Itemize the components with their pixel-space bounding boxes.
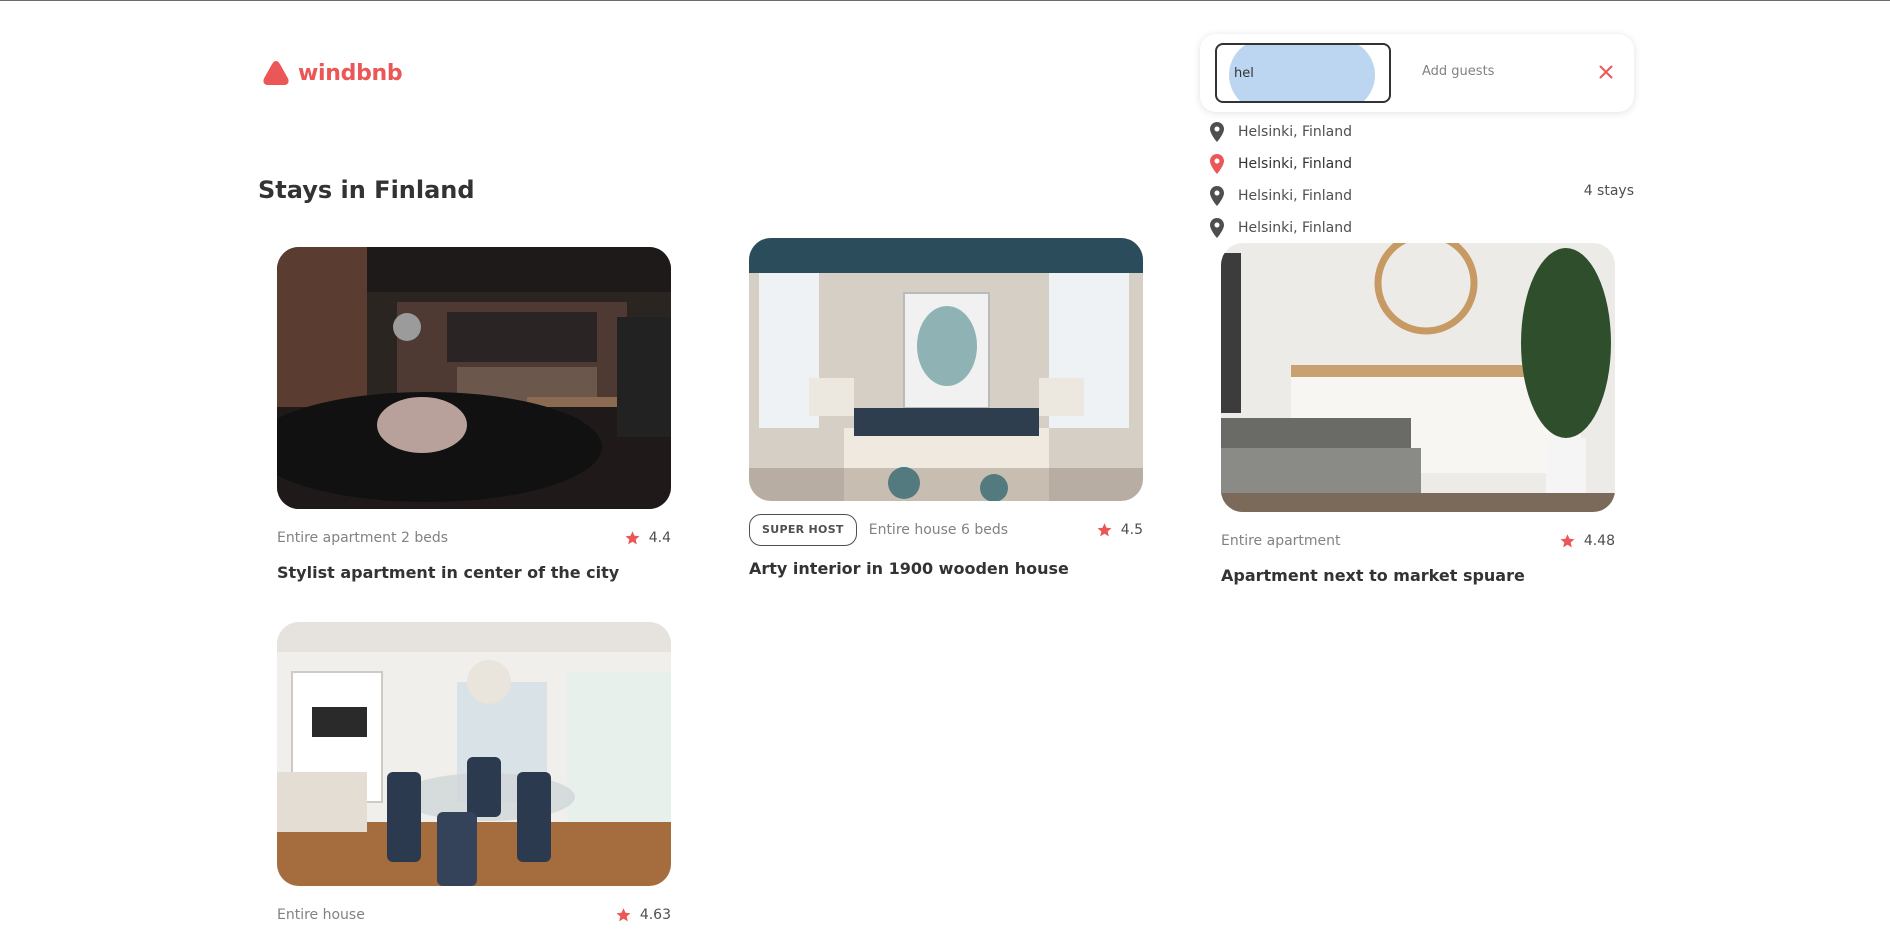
- star-icon: [616, 908, 631, 922]
- stay-photo[interactable]: [1221, 243, 1615, 512]
- stay-meta: Entire apartment 4.48: [1221, 526, 1615, 556]
- suggestion-label: Helsinki, Finland: [1238, 188, 1353, 204]
- search-bar: Add guests: [1200, 34, 1634, 112]
- stay-card[interactable]: Entire apartment 2 beds 4.4 Stylist apar…: [277, 247, 671, 582]
- brand-logo[interactable]: windbnb: [262, 60, 403, 86]
- suggestion-item[interactable]: Helsinki, Finland: [1210, 148, 1470, 180]
- brand-triangle-icon: [263, 61, 289, 85]
- stay-title: Arty interior in 1900 wooden house: [749, 559, 1069, 578]
- stay-rating: 4.4: [624, 530, 671, 546]
- stay-rating: 4.63: [615, 907, 671, 923]
- suggestion-item[interactable]: Helsinki, Finland: [1210, 116, 1470, 148]
- suggestion-label: Helsinki, Finland: [1238, 124, 1353, 140]
- location-pin-icon: [1210, 122, 1224, 142]
- brand-name: windbnb: [298, 60, 403, 86]
- stays-count: 4 stays: [1583, 183, 1634, 199]
- stay-meta: SUPER HOST Entire house 6 beds 4.5: [749, 514, 1143, 546]
- location-pin-icon: [1210, 218, 1224, 238]
- stay-rating: 4.5: [1096, 522, 1143, 538]
- top-border: [0, 0, 1890, 1]
- close-icon: [1599, 65, 1613, 79]
- suggestion-label: Helsinki, Finland: [1238, 156, 1353, 172]
- rating-value: 4.63: [639, 907, 671, 923]
- stay-title: Stylist apartment in center of the city: [277, 563, 620, 582]
- stay-title: Apartment next to market spuare: [1221, 566, 1525, 585]
- stay-card[interactable]: Entire house 4.63: [277, 622, 671, 930]
- location-suggestions: Helsinki, Finland Helsinki, Finland Hels…: [1210, 116, 1470, 244]
- suggestion-item[interactable]: Helsinki, Finland: [1210, 180, 1470, 212]
- stay-type: Entire apartment: [1221, 533, 1341, 549]
- location-input[interactable]: [1217, 45, 1389, 101]
- star-icon: [1560, 534, 1575, 548]
- star-icon: [1097, 523, 1112, 537]
- rating-value: 4.5: [1120, 522, 1143, 538]
- stay-meta: Entire house 4.63: [277, 900, 671, 930]
- stay-rating: 4.48: [1559, 533, 1615, 549]
- stay-type: Entire apartment 2 beds: [277, 530, 449, 546]
- stay-card[interactable]: Entire apartment 4.48 Apartment next to …: [1221, 243, 1615, 585]
- superhost-badge: SUPER HOST: [749, 514, 857, 546]
- stay-meta: Entire apartment 2 beds 4.4: [277, 523, 671, 553]
- stay-card[interactable]: SUPER HOST Entire house 6 beds 4.5 Arty …: [749, 238, 1143, 578]
- stay-type: Entire house: [277, 907, 365, 923]
- location-field[interactable]: [1215, 43, 1391, 103]
- rating-value: 4.4: [648, 530, 671, 546]
- stay-photo[interactable]: [277, 622, 671, 886]
- clear-search-button[interactable]: [1594, 60, 1618, 84]
- suggestion-label: Helsinki, Finland: [1238, 220, 1353, 236]
- location-pin-icon: [1210, 154, 1224, 174]
- guests-field[interactable]: Add guests: [1422, 60, 1572, 84]
- suggestion-item[interactable]: Helsinki, Finland: [1210, 212, 1470, 244]
- star-icon: [625, 531, 640, 545]
- rating-value: 4.48: [1583, 533, 1615, 549]
- stay-photo[interactable]: [749, 238, 1143, 501]
- location-pin-icon: [1210, 186, 1224, 206]
- stay-type: Entire house 6 beds: [868, 522, 1009, 538]
- stay-photo[interactable]: [277, 247, 671, 509]
- page-title: Stays in Finland: [258, 176, 475, 204]
